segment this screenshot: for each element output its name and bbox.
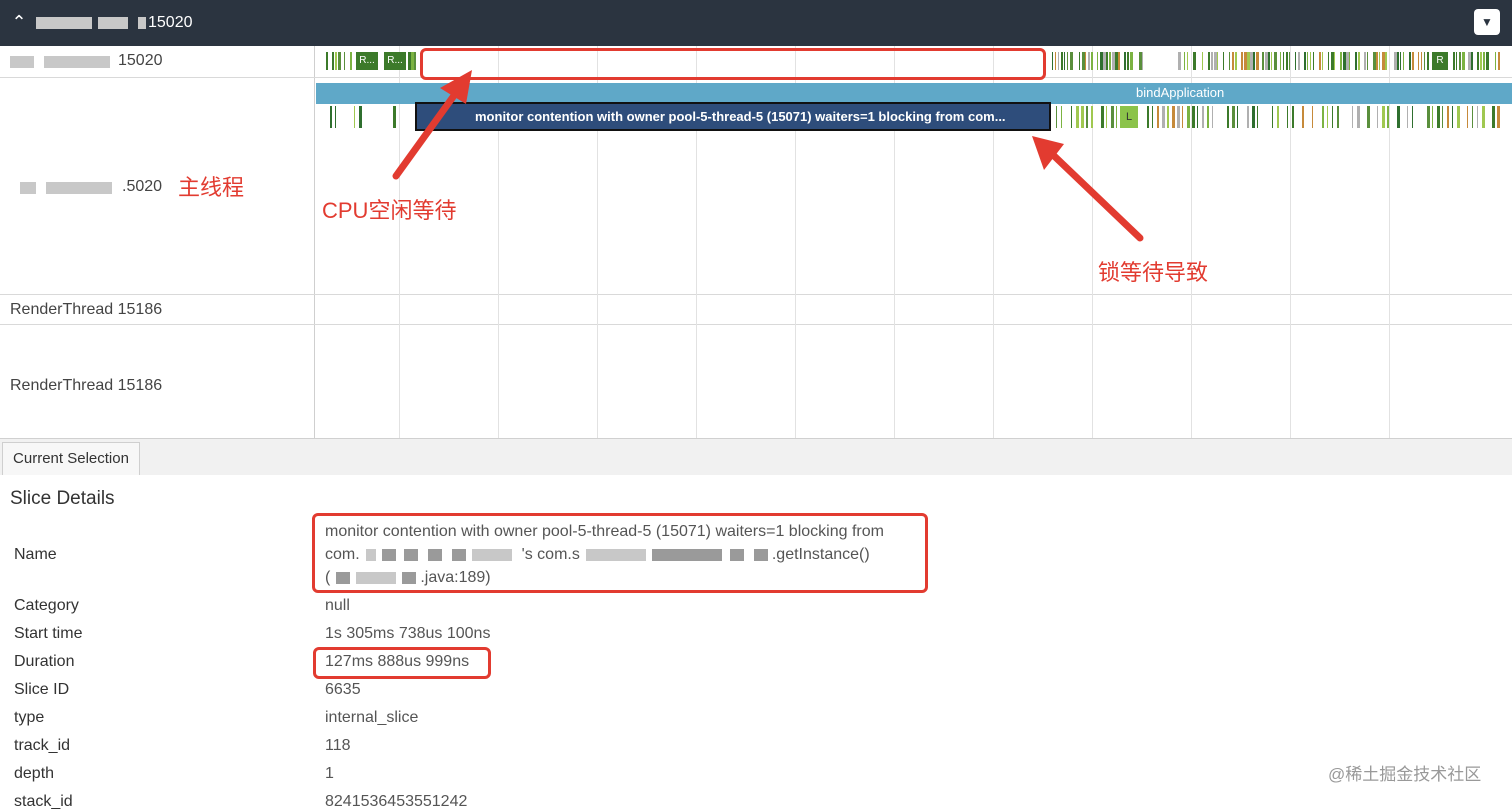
annotation-arrows bbox=[392, 70, 1144, 242]
detail-label-name: Name bbox=[14, 546, 57, 563]
detail-label-stack-id: stack_id bbox=[14, 793, 73, 810]
detail-value-track-id: 118 bbox=[325, 737, 351, 754]
detail-value-stack-id: 8241536453551242 bbox=[325, 793, 468, 810]
detail-value-start-time: 1s 305ms 738us 100ns bbox=[325, 625, 491, 642]
detail-value-category: null bbox=[325, 597, 350, 614]
detail-value-slice-id: 6635 bbox=[325, 681, 361, 698]
arrow-left-icon bbox=[1032, 136, 1144, 242]
details-tabbar bbox=[0, 438, 1512, 475]
detail-value-depth: 1 bbox=[325, 765, 334, 782]
watermark: @稀土掘金技术社区 bbox=[1328, 765, 1482, 784]
duration-highlight bbox=[313, 647, 491, 679]
arrow-up-icon bbox=[392, 70, 472, 180]
detail-label-duration: Duration bbox=[14, 653, 75, 670]
detail-value-type: internal_slice bbox=[325, 709, 419, 726]
detail-label-start-time: Start time bbox=[14, 625, 83, 642]
detail-label-depth: depth bbox=[14, 765, 55, 782]
details-panel bbox=[0, 438, 1512, 804]
detail-label-slice-id: Slice ID bbox=[14, 681, 70, 698]
detail-label-category: Category bbox=[14, 597, 79, 614]
detail-label-type: type bbox=[14, 709, 45, 726]
slice-details-heading: Slice Details bbox=[10, 488, 115, 509]
name-highlight bbox=[312, 513, 928, 593]
detail-label-track-id: track_id bbox=[14, 737, 71, 754]
tab-current-selection[interactable]: Current Selection bbox=[2, 442, 140, 475]
